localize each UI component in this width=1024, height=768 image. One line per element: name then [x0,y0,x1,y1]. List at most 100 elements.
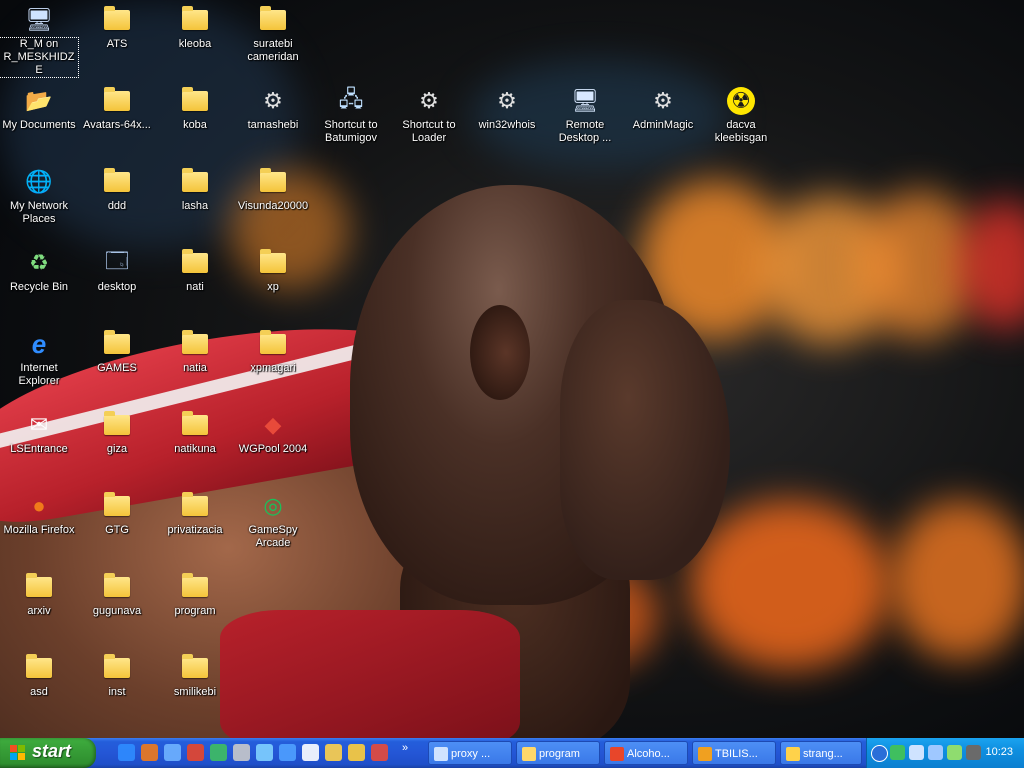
desktop-icon-win32whois[interactable]: ⚙ win32whois [468,85,546,132]
desktop-icon-ats[interactable]: ATS [78,4,156,51]
desktop-icon-gtg[interactable]: GTG [78,490,156,537]
desktop-icon-xp[interactable]: xp [234,247,312,294]
quick-launch-mail-icon[interactable] [348,744,365,761]
desktop-icon-koba[interactable]: koba [156,85,234,132]
quick-launch-tv-icon[interactable] [256,744,273,761]
desktop-icon-shortcut-to-batumigov[interactable]: 🖧 Shortcut to Batumigov [312,85,390,145]
folder-icon [256,247,290,279]
task-button[interactable]: TBILIS... [692,741,776,765]
start-button[interactable]: start [0,738,96,768]
quick-launch-player-icon[interactable] [302,744,319,761]
desktop-icon-kleoba[interactable]: kleoba [156,4,234,51]
network-places-icon: 🌐 [25,169,53,194]
monitor-icon[interactable] [928,745,943,760]
desktop-icon-inst[interactable]: inst [78,652,156,699]
desktop-icon-avatars-64x[interactable]: Avatars-64x... [78,85,156,132]
start-label: start [32,741,72,761]
desktop-icon-label: My Network Places [9,200,69,225]
desktop-icon-label: GameSpy Arcade [248,524,298,549]
desktop-icon-ddd[interactable]: ddd [78,166,156,213]
clock[interactable]: 10:23 [985,746,1013,758]
quick-launch-firefox-icon[interactable] [141,744,158,761]
desktop-icon-label: Remote Desktop ... [558,119,612,144]
folder-icon [22,652,56,684]
desktop-icon-recycle-bin[interactable]: ♻ Recycle Bin [0,247,78,294]
desktop-icon-privatizacia[interactable]: privatizacia [156,490,234,537]
desktop-icon-mozilla-firefox[interactable]: ● Mozilla Firefox [0,490,78,537]
folder-icon [178,652,212,684]
gamespy-icon: ◎ [263,493,283,518]
desktop-icon-shortcut-to-loader[interactable]: ⚙ Shortcut to Loader [390,85,468,145]
desktop-icon-label: smilikebi [173,686,217,698]
desktop-icon-tamashebi[interactable]: ⚙ tamashebi [234,85,312,132]
quick-launch-notepad-icon[interactable] [325,744,342,761]
desktop-icon-label: Avatars-64x... [83,119,151,131]
desktop-icon-label: koba [183,119,207,131]
desktop-icon-xpmagari[interactable]: xpmagari [234,328,312,375]
desktop-icon-label: My Documents [2,119,76,131]
desktop-icon-giza[interactable]: giza [78,409,156,456]
show-hidden-icon[interactable] [871,745,888,762]
desktop-icon-asd[interactable]: asd [0,652,78,699]
people-icon[interactable] [947,745,962,760]
quick-launch-winamp-icon[interactable] [233,744,250,761]
desktop-icon-label: xp [267,281,279,293]
quick-launch-update-icon[interactable] [279,744,296,761]
desktop-icon-label: natia [183,362,207,374]
desktop-icon-gamespy-arcade[interactable]: ◎ GameSpy Arcade [234,490,312,550]
desktop-icon-games[interactable]: GAMES [78,328,156,375]
desktop-icon-label: Shortcut to Batumigov [324,119,378,144]
quick-launch-opera-mail-icon[interactable] [371,744,388,761]
desktop-icon-gugunava[interactable]: gugunava [78,571,156,618]
desktop-icon-my-documents[interactable]: 📂 My Documents [0,85,78,132]
desktop-icon-label: GTG [105,524,129,536]
desktop-icon-label: ATS [106,38,128,50]
desktop-icon-label: nati [186,281,204,293]
ie-icon: e [31,328,47,359]
desktop-icon-lasha[interactable]: lasha [156,166,234,213]
desktop-icon-lsentrance[interactable]: ✉ LSEntrance [0,409,78,456]
desktop-icon-dacva-kleebisgan[interactable]: ☢ dacva kleebisgan [702,85,780,145]
desktop-icon-r-m-on-r-meskhidze[interactable]: 🖥 R_M on R_MESKHIDZE [0,4,79,78]
desktop-icon-label: arxiv [27,605,51,617]
shield-icon[interactable] [966,745,981,760]
task-button[interactable]: Alcoho... [604,741,688,765]
desktop-icon-label: R_M on R_MESKHIDZE [0,37,79,78]
task-button[interactable]: strang... [780,741,862,765]
task-button[interactable]: program [516,741,600,765]
desktop-icon-label: gugunava [92,605,142,617]
quick-launch-more-icon[interactable]: » [402,742,408,754]
desktop-icon-remote-desktop[interactable]: 🖥 Remote Desktop ... [546,85,624,145]
desktop-icon-internet-explorer[interactable]: e Internet Explorer [0,328,78,388]
desktop-icon-visunda20000[interactable]: Visunda20000 [234,166,312,213]
folder-icon [100,490,134,522]
folder-icon [178,571,212,603]
wallpaper-bokeh [960,200,1024,330]
desktop-icon-program[interactable]: program [156,571,234,618]
window-icon [786,747,800,761]
quick-launch-opera-icon[interactable] [187,744,204,761]
desktop-icon-desktop[interactable]: 🗔 desktop [78,247,156,294]
desktop-icon-my-network-places[interactable]: 🌐 My Network Places [0,166,78,226]
desktop-icon-arxiv[interactable]: arxiv [0,571,78,618]
quick-launch-messenger-icon[interactable] [164,744,181,761]
desktop-icon-label: win32whois [478,119,536,131]
system-tray: 10:23 [866,738,1024,768]
desktop-icon-smilikebi[interactable]: smilikebi [156,652,234,699]
task-button[interactable]: proxy ... [428,741,512,765]
desktop-icon-wgpool-2004[interactable]: ◆ WGPool 2004 [234,409,312,456]
desktop-icon-natikuna[interactable]: natikuna [156,409,234,456]
desktop-icon-natia[interactable]: natia [156,328,234,375]
desktop-icon-label: Recycle Bin [9,281,69,293]
messenger-icon[interactable] [890,745,905,760]
desktop-icon-label: AdminMagic [632,119,694,131]
desktop-icon-suratebi-cameridan[interactable]: suratebi cameridan [234,4,312,64]
network-icon[interactable] [909,745,924,760]
desktop-icon-adminmagic[interactable]: ⚙ AdminMagic [624,85,702,132]
quick-launch-media-icon[interactable] [210,744,227,761]
desktop-icon-nati[interactable]: nati [156,247,234,294]
quick-launch-ie-icon[interactable] [118,744,135,761]
task-button-label: strang... [803,748,843,760]
desktop-icon-label: privatizacia [167,524,223,536]
opera-icon [698,747,712,761]
